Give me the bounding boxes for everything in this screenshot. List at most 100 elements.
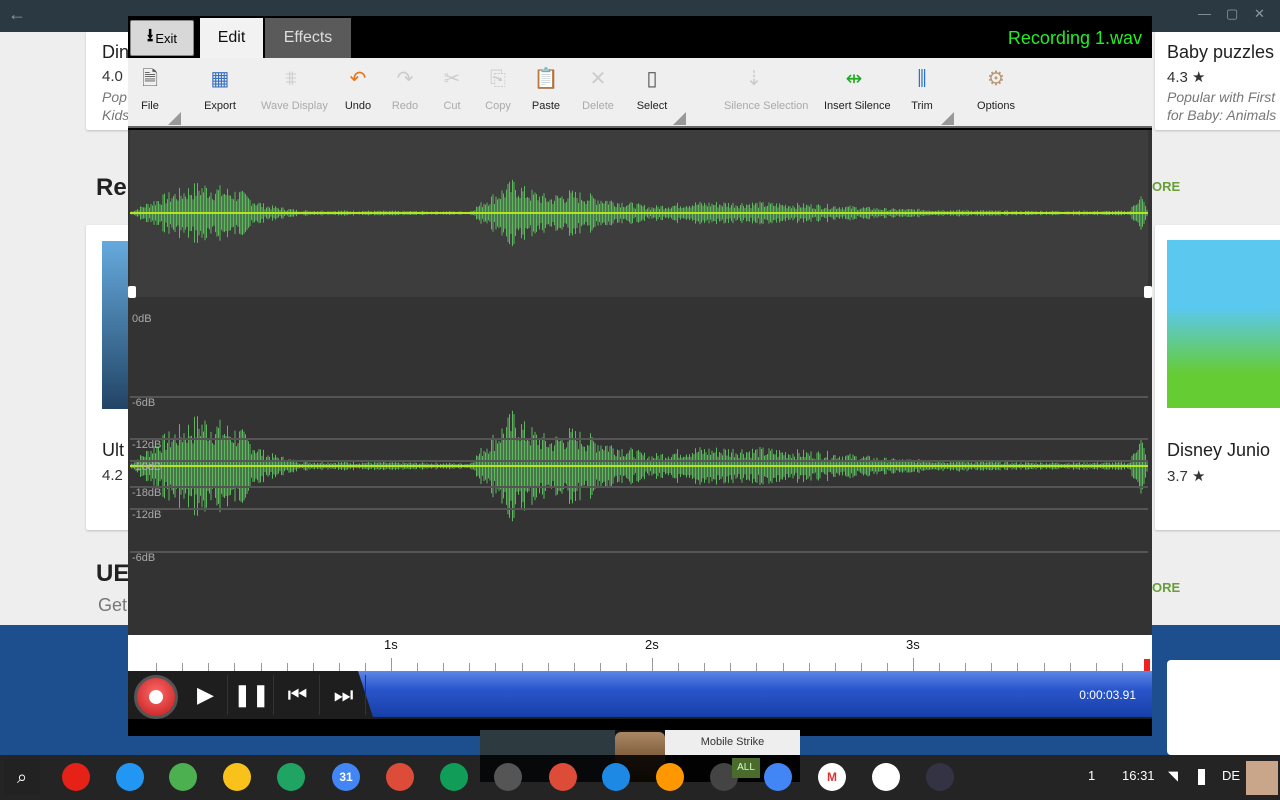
toolbar-label: Paste [531, 100, 561, 112]
shelf-app-activity[interactable] [494, 763, 522, 791]
db-label: -18dB [132, 461, 162, 473]
shelf-app-books[interactable] [602, 763, 630, 791]
toolbar-file-button[interactable]: 🗎 File [120, 64, 180, 112]
toolbar-wave-display-button[interactable]: ⩨ Wave Display [261, 64, 328, 112]
notification-button[interactable]: ALL [732, 758, 760, 778]
battery-icon[interactable] [1198, 769, 1205, 785]
language-indicator[interactable]: DE [1222, 768, 1240, 783]
wave-editor-window: ⭳ Exit Edit Effects Recording 1.wav 🗎 File… [128, 16, 1152, 736]
right-selection-handle[interactable] [1144, 286, 1152, 298]
waveform-overview[interactable] [129, 130, 1148, 297]
euro-card[interactable] [1167, 660, 1280, 755]
close-icon[interactable]: ✕ [1254, 6, 1265, 22]
waveform-main[interactable] [130, 297, 1148, 635]
exit-label: Exit [155, 30, 177, 46]
skip-start-button[interactable]: ⏮ [276, 675, 320, 715]
trim-icon: ⫼ [917, 68, 927, 90]
pause-icon: ❚❚ [233, 682, 270, 707]
export-icon: ▦ [210, 68, 230, 90]
shelf-app-music[interactable] [656, 763, 684, 791]
section-title: Re [96, 174, 127, 201]
toolbar-label: Insert Silence [824, 100, 891, 112]
toolbar-label: Delete [582, 100, 614, 112]
card-rating: 3.7 ★ [1167, 468, 1206, 485]
shelf-app-hangouts[interactable] [440, 763, 468, 791]
skip-end-button[interactable]: ⏭ [322, 675, 366, 715]
minimize-icon[interactable]: — [1198, 6, 1211, 21]
waveform-area[interactable]: 0dB-6dB-12dB-18dB-18dB-12dB-6dB0dB [128, 130, 1152, 647]
back-arrow-icon[interactable]: ← [8, 4, 26, 25]
toolbar-insert-silence-button[interactable]: ⇹ Insert Silence [824, 64, 891, 112]
dropdown-corner-icon[interactable] [168, 112, 181, 125]
exit-button[interactable]: ⭳ Exit [130, 20, 194, 56]
tab-edit[interactable]: Edit [200, 18, 263, 58]
notification-count[interactable]: 1 [1088, 768, 1095, 783]
db-gridline [130, 508, 1148, 510]
launcher-search-icon[interactable]: ⌕ [4, 759, 40, 795]
shelf-app-wave-editor[interactable] [926, 763, 954, 791]
record-icon [149, 690, 163, 704]
shelf-app-calendar[interactable]: 31 [332, 763, 360, 791]
time-ruler[interactable]: 1s 2s 3s [128, 635, 1152, 673]
pause-button[interactable]: ❚❚ [230, 675, 274, 715]
card-desc: Popular with First for Baby: Animals [1167, 89, 1277, 123]
dropdown-corner-icon[interactable] [941, 112, 954, 125]
toolbar-label: Select [636, 100, 668, 112]
shelf-app-play-store[interactable] [872, 763, 900, 791]
shelf-app-keep[interactable] [223, 763, 251, 791]
shelf-app-drive[interactable] [277, 763, 305, 791]
shelf-app-chrome[interactable] [169, 763, 197, 791]
card-rating: 4.2 [102, 467, 123, 484]
toolbar-label: Options [977, 100, 1015, 112]
delete-icon: ✕ [589, 68, 607, 90]
card-title: Din [102, 42, 130, 62]
play-icon: ▶ [197, 682, 214, 707]
section-subtitle: Get [98, 595, 128, 615]
paste-icon: 📋 [533, 68, 559, 90]
toolbar-trim-button[interactable]: ⫼ Trim [892, 64, 952, 112]
shelf-app-google-[interactable] [386, 763, 414, 791]
card-title: Baby puzzles [1167, 42, 1275, 62]
toolbar-label: Silence Selection [724, 100, 809, 112]
notification-title: Mobile Strike [665, 730, 800, 755]
shelf-app-gmail[interactable]: M [818, 763, 846, 791]
avatar[interactable] [1246, 761, 1278, 795]
toolbar-label: Wave Display [261, 100, 328, 112]
clock[interactable]: 16:31 [1122, 768, 1155, 783]
db-gridline [130, 460, 1148, 462]
app-header: ⭳ Exit Edit Effects Recording 1.wav [128, 16, 1152, 58]
skip-end-icon: ⏭ [333, 682, 354, 707]
skip-start-icon: ⏮ [287, 682, 308, 707]
wifi-icon[interactable]: ◥ [1168, 768, 1178, 784]
db-label: -6dB [132, 552, 156, 564]
toolbar-select-button[interactable]: ▯ Select [622, 64, 682, 112]
toolbar-paste-button[interactable]: 📋 Paste [516, 64, 576, 112]
shelf-app-docs[interactable] [764, 763, 792, 791]
time-display-bar: 0:00:03.91 [358, 671, 1152, 717]
shelf-app-files[interactable] [116, 763, 144, 791]
wave-display-icon: ⩨ [285, 68, 297, 90]
maximize-icon[interactable]: ▢ [1226, 6, 1238, 22]
db-gridline [130, 396, 1148, 398]
app-card[interactable]: Baby puzzles 4.3 ★ Popular with First fo… [1155, 32, 1280, 130]
play-button[interactable]: ▶ [184, 675, 228, 715]
more-link[interactable]: ORE [1152, 179, 1180, 194]
recording-title: Recording 1.wav [1007, 28, 1142, 48]
toolbar-silence-selection-button[interactable]: ⇣ Silence Selection [724, 64, 809, 112]
ruler-label: 1s [384, 637, 398, 652]
left-selection-handle[interactable] [128, 286, 136, 298]
toolbar-delete-button[interactable]: ✕ Delete [568, 64, 628, 112]
shelf-app-youtube[interactable] [62, 763, 90, 791]
toolbar-options-button[interactable]: ⚙ Options [966, 64, 1026, 112]
shelf-app-google-[interactable] [549, 763, 577, 791]
toolbar-export-button[interactable]: ▦ Export [190, 64, 250, 112]
section-title: UE [96, 560, 130, 587]
more-link[interactable]: ORE [1152, 580, 1180, 595]
tab-effects[interactable]: Effects [265, 18, 351, 58]
toolbar-label: File [141, 100, 159, 112]
db-label: -18dB [132, 487, 162, 499]
dropdown-corner-icon[interactable] [673, 112, 686, 125]
toolbar-label: Export [204, 100, 236, 112]
app-card[interactable]: Disney Junio 3.7 ★ [1155, 225, 1280, 530]
record-button[interactable] [134, 675, 178, 719]
